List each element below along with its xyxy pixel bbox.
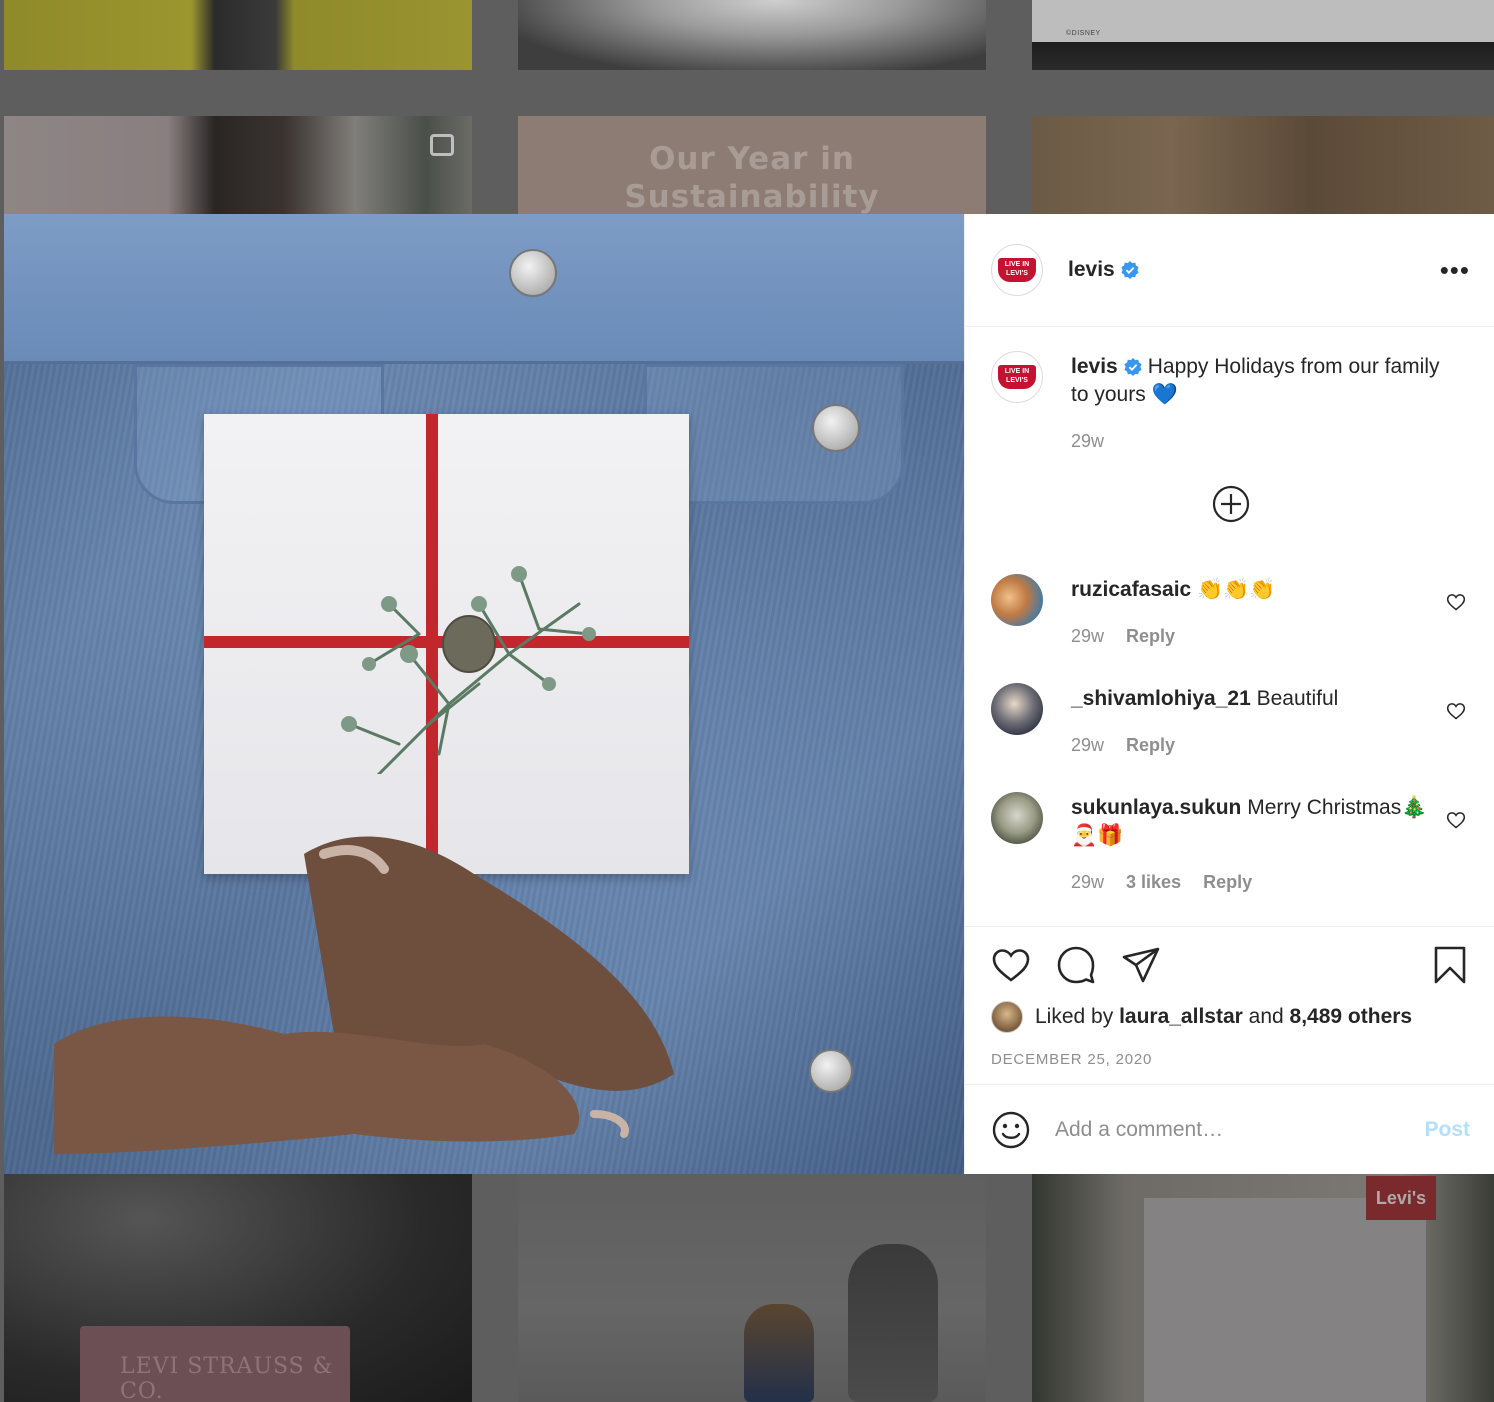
comment-time[interactable]: 29w (1071, 872, 1104, 892)
avatar[interactable] (991, 574, 1043, 626)
grid-post-thumbnail[interactable]: Our Year in Sustainability (518, 116, 986, 214)
hands (54, 836, 674, 1154)
grid-post-thumbnail[interactable]: Levi's (1032, 1174, 1494, 1402)
load-more-comments[interactable] (991, 484, 1470, 524)
gift-box-figure (1144, 1198, 1426, 1402)
emoji-icon[interactable] (991, 1110, 1031, 1150)
grid-post-thumbnail[interactable]: LEVI STRAUSS & CO. (4, 1174, 472, 1402)
bookmark-icon[interactable] (1430, 945, 1470, 985)
caption-time[interactable]: 29w (1071, 431, 1104, 451)
add-circle-icon[interactable] (1211, 484, 1251, 524)
comment-item: ruzicafasaic 👏👏👏 29w Reply (991, 574, 1470, 647)
grid-post-thumbnail[interactable] (4, 0, 472, 70)
comment-meta: 29w Reply (1071, 735, 1441, 756)
liker-avatar[interactable] (991, 1001, 1023, 1033)
action-icons (991, 945, 1470, 985)
levis-patch: LEVI STRAUSS & CO. (80, 1326, 350, 1402)
comment-input[interactable] (1055, 1117, 1425, 1142)
comment-message: Beautiful (1256, 687, 1339, 710)
reply-button[interactable]: Reply (1126, 735, 1175, 755)
sustainability-title: Our Year in Sustainability (624, 141, 880, 214)
avatar[interactable] (991, 683, 1043, 735)
dog-figure (848, 1244, 938, 1402)
comment-text: _shivamlohiya_21 Beautiful (1071, 685, 1441, 713)
share-icon[interactable] (1121, 945, 1161, 985)
caption-text: levis Happy Holidays from our family to y… (1071, 353, 1441, 409)
comment-username[interactable]: sukunlaya.sukun (1071, 796, 1241, 819)
child-figure (744, 1304, 814, 1402)
more-options-button[interactable]: ••• (1440, 257, 1470, 283)
comment-body: _shivamlohiya_21 Beautiful 29w Reply (1071, 683, 1441, 756)
liked-by-prefix: Liked by (1035, 1005, 1114, 1028)
comment-icon[interactable] (1056, 945, 1096, 985)
carousel-icon (430, 134, 454, 156)
comment-body: sukunlaya.sukun Merry Christmas🎄🎅🎁 29w 3 … (1071, 792, 1441, 893)
post-username[interactable]: levis (1068, 258, 1115, 282)
verified-icon (1124, 358, 1142, 377)
like-comment-heart-icon[interactable] (1446, 810, 1466, 830)
post-comment-button[interactable]: Post (1424, 1118, 1470, 1142)
grid-post-thumbnail[interactable] (1032, 116, 1494, 214)
jacket-collar (4, 214, 964, 364)
gift-box (204, 414, 689, 874)
caption-meta: 29w (1071, 431, 1441, 452)
levis-badge: LIVE IN LEVI'S (998, 365, 1036, 389)
grid-post-thumbnail[interactable] (518, 1174, 986, 1402)
comment-username[interactable]: _shivamlohiya_21 (1071, 687, 1251, 710)
comment-time[interactable]: 29w (1071, 735, 1104, 755)
post-modal: LIVE IN LEVI'S levis ••• LIVE IN LEVI'S … (4, 214, 1494, 1174)
post-sidebar: LIVE IN LEVI'S levis ••• LIVE IN LEVI'S … (964, 214, 1494, 1174)
avatar[interactable]: LIVE IN LEVI'S (991, 244, 1043, 296)
jacket-button (809, 1049, 853, 1093)
comment-item: sukunlaya.sukun Merry Christmas🎄🎅🎁 29w 3 … (991, 792, 1470, 893)
comment-meta: 29w Reply (1071, 626, 1441, 647)
comment-message: 👏👏👏 (1197, 578, 1276, 601)
levis-badge: LIVE IN LEVI'S (998, 258, 1036, 282)
disney-credit: ©DISNEY (1066, 30, 1101, 37)
liked-by-others[interactable]: 8,489 others (1290, 1005, 1413, 1029)
grid-post-thumbnail[interactable] (4, 116, 472, 214)
avatar[interactable] (991, 792, 1043, 844)
jacket-button (509, 249, 557, 297)
comment-username[interactable]: ruzicafasaic (1071, 578, 1191, 601)
caption-username[interactable]: levis (1071, 355, 1118, 378)
post-header: LIVE IN LEVI'S levis ••• (965, 214, 1494, 327)
comment-time[interactable]: 29w (1071, 626, 1104, 646)
comment-likes-count[interactable]: 3 likes (1126, 872, 1181, 892)
liked-by-and: and (1248, 1005, 1284, 1028)
post-date[interactable]: DECEMBER 25, 2020 (991, 1051, 1470, 1068)
likes-summary: Liked by laura_allstar and 8,489 others (991, 1001, 1470, 1033)
jacket-button (812, 404, 860, 452)
comment-meta: 29w 3 likes Reply (1071, 872, 1441, 893)
reply-button[interactable]: Reply (1203, 872, 1252, 892)
post-image[interactable] (4, 214, 964, 1174)
comment-text: ruzicafasaic 👏👏👏 (1071, 576, 1441, 604)
comments-list: LIVE IN LEVI'S levis Happy Holidays from … (965, 327, 1494, 926)
like-comment-heart-icon[interactable] (1446, 701, 1466, 721)
post-caption: LIVE IN LEVI'S levis Happy Holidays from … (991, 351, 1470, 452)
verified-icon (1121, 261, 1139, 279)
levis-logo: Levi's (1366, 1176, 1436, 1220)
liked-by-user[interactable]: laura_allstar (1119, 1005, 1243, 1029)
comment-body: ruzicafasaic 👏👏👏 29w Reply (1071, 574, 1441, 647)
reply-button[interactable]: Reply (1126, 626, 1175, 646)
heart-icon[interactable] (991, 945, 1031, 985)
add-comment-bar: Post (965, 1084, 1494, 1174)
comment-text: sukunlaya.sukun Merry Christmas🎄🎅🎁 (1071, 794, 1441, 850)
avatar[interactable]: LIVE IN LEVI'S (991, 351, 1043, 403)
grid-post-thumbnail[interactable] (518, 0, 986, 70)
grid-post-thumbnail[interactable]: ©DISNEY (1032, 0, 1494, 70)
comment-item: _shivamlohiya_21 Beautiful 29w Reply (991, 683, 1470, 756)
evergreen-sprig (341, 566, 596, 774)
caption-body: levis Happy Holidays from our family to y… (1071, 351, 1441, 452)
like-comment-heart-icon[interactable] (1446, 592, 1466, 612)
post-actions: Liked by laura_allstar and 8,489 others … (965, 926, 1494, 1084)
